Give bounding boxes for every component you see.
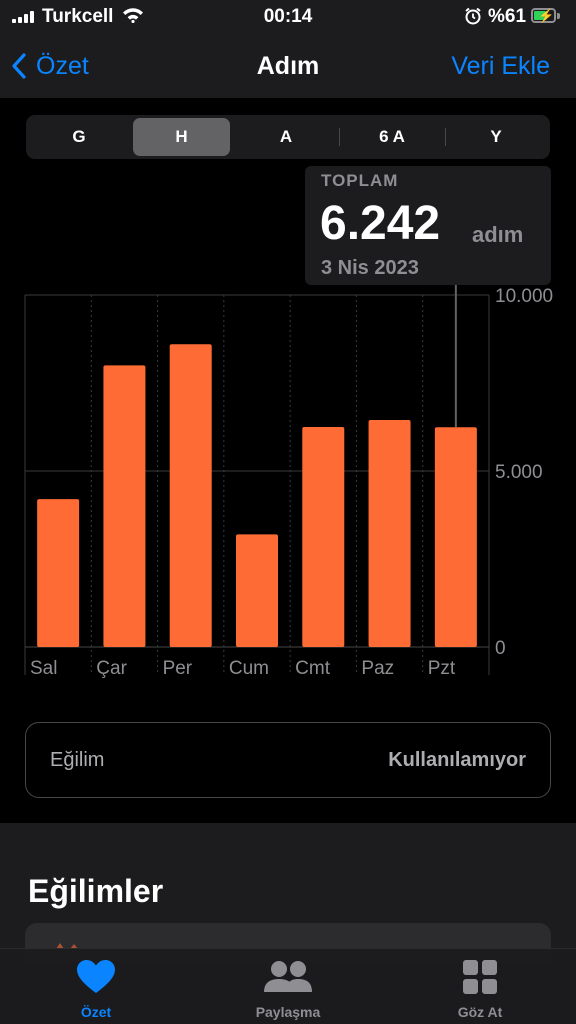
tab-label: Özet (80, 1004, 112, 1020)
grid-icon (463, 960, 497, 994)
x-axis-category-label: Cum (229, 658, 269, 679)
navigation-bar: Özet Adım Veri Ekle (0, 34, 576, 98)
trend-row[interactable]: Eğilim Kullanılamıyor (25, 722, 551, 798)
tab-summary[interactable]: Özet (0, 949, 192, 1024)
y-axis-tick-label: 10.000 (495, 286, 553, 307)
heart-icon (77, 960, 115, 993)
bar-pzt[interactable] (434, 427, 477, 647)
trend-value: Kullanılamıyor (388, 749, 526, 771)
bar-paz[interactable] (368, 419, 411, 647)
range-option-day[interactable]: G (30, 118, 128, 156)
range-option-month[interactable]: A (234, 118, 338, 156)
tab-browse[interactable]: Göz At (384, 949, 576, 1024)
tab-label: Paylaşma (255, 1004, 321, 1020)
tab-label: Göz At (457, 1004, 503, 1020)
callout-label: TOPLAM (321, 171, 399, 190)
x-axis-category-label: Çar (96, 658, 127, 679)
battery-icon: ⚡ (531, 8, 556, 23)
bar-çar[interactable] (103, 365, 146, 647)
range-option-week[interactable]: H (133, 118, 230, 156)
bar-cum[interactable] (236, 534, 278, 647)
tab-bar: Özet Paylaşma Göz At (0, 948, 576, 1024)
tab-sharing[interactable]: Paylaşma (192, 949, 384, 1024)
y-axis-tick-label: 5.000 (495, 462, 543, 483)
section-title: Eğilimler (28, 873, 164, 909)
battery-cap (557, 13, 560, 19)
steps-bar-chart[interactable]: 10.000 5.000 0 Sal Çar Per Cum Cmt Paz Pzt (0, 285, 576, 685)
selection-callout: TOPLAM 6.242 adım 3 Nis 2023 (305, 166, 551, 285)
bar-cmt[interactable] (302, 427, 345, 647)
bar-sal[interactable] (37, 499, 80, 647)
x-axis-category-label: Paz (361, 658, 394, 679)
add-data-button[interactable]: Veri Ekle (451, 52, 550, 81)
status-bar: Turkcell 00:14 %61 ⚡ (0, 0, 576, 34)
range-option-6-months[interactable]: 6 A (340, 118, 444, 156)
charging-bolt-icon: ⚡ (538, 8, 555, 23)
callout-date: 3 Nis 2023 (321, 257, 419, 279)
battery-percent: %61 (488, 6, 527, 27)
alarm-icon (465, 7, 481, 25)
x-axis-category-label: Pzt (428, 658, 456, 679)
callout-value: 6.242 (320, 197, 441, 250)
x-axis-category-label: Cmt (295, 658, 331, 679)
y-axis-tick-label: 0 (495, 638, 506, 659)
trend-label: Eğilim (50, 749, 105, 771)
people-icon (264, 961, 312, 992)
time-range-selector: G H A 6 A Y (26, 115, 550, 159)
range-option-year[interactable]: Y (446, 118, 546, 156)
x-axis-category-label: Sal (30, 658, 57, 679)
bar-per[interactable] (169, 344, 212, 647)
callout-unit: adım (472, 222, 524, 247)
x-axis-category-label: Per (163, 658, 193, 679)
